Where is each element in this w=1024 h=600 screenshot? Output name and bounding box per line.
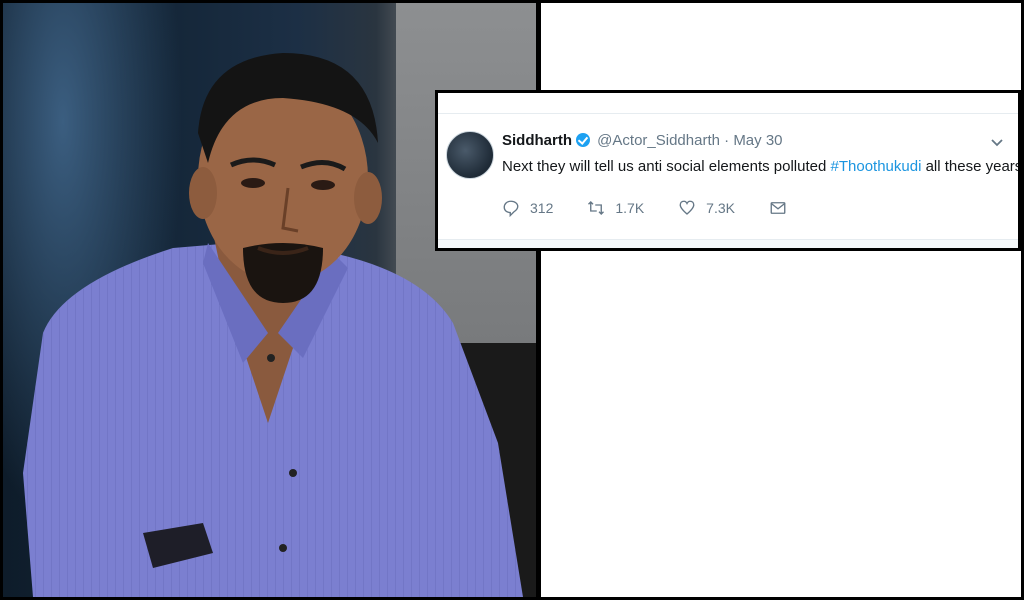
direct-message-button[interactable] [769, 199, 787, 217]
tweet-header: Siddharth @Actor_Siddharth · May 30 [502, 131, 783, 151]
reply-button[interactable]: 312 [502, 199, 553, 217]
tweet-card[interactable]: Siddharth @Actor_Siddharth · May 30 Next… [435, 90, 1021, 251]
tweet-text-end: all these years. [921, 158, 1021, 175]
retweet-icon [588, 201, 605, 215]
like-button[interactable]: 7.3K [678, 199, 735, 217]
previous-tweet-divider [438, 113, 1018, 114]
author-name[interactable]: Siddharth [502, 132, 572, 149]
like-count: 7.3K [706, 200, 735, 216]
tweet-date[interactable]: May 30 [733, 132, 782, 149]
reply-count: 312 [530, 200, 554, 216]
hashtag-link[interactable]: #Thoothukudi [831, 158, 922, 175]
avatar[interactable] [446, 131, 494, 179]
chevron-down-icon[interactable] [990, 135, 1004, 151]
heart-icon [679, 200, 695, 215]
tweet-text: Next they will tell us anti social eleme… [502, 157, 1021, 177]
verified-badge-icon [576, 133, 590, 147]
tweet-actions: 312 1.7K 7.3K [502, 199, 787, 217]
envelope-icon [770, 202, 786, 214]
separator: · [724, 132, 730, 149]
retweet-button[interactable]: 1.7K [587, 199, 644, 217]
tweet-text-start: Next they will tell us anti social eleme… [502, 158, 831, 175]
author-handle[interactable]: @Actor_Siddharth [597, 132, 720, 149]
tweet-bottom-divider [438, 239, 1018, 248]
reply-icon [503, 200, 519, 217]
retweet-count: 1.7K [615, 200, 645, 216]
